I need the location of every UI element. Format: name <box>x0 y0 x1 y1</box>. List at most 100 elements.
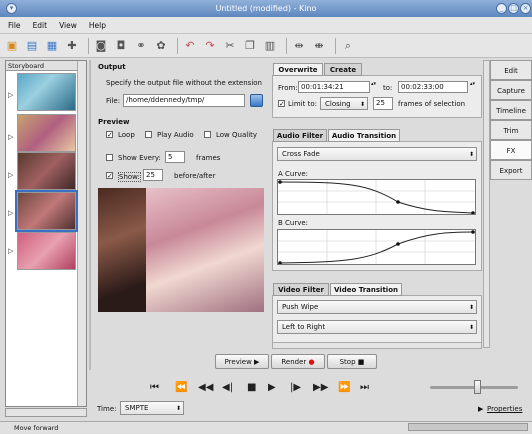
save-icon[interactable]: ▦ <box>44 38 60 54</box>
tab-export[interactable]: Export <box>490 160 532 180</box>
play-audio-checkbox[interactable] <box>145 131 152 138</box>
previous-scene-icon[interactable]: ⏪ <box>175 382 187 393</box>
export-icon[interactable]: ◘ <box>113 38 129 54</box>
fx-hscrollbar[interactable] <box>272 342 482 349</box>
paste-icon[interactable]: ▥ <box>262 38 278 54</box>
storyboard-scrollbar[interactable] <box>77 61 86 406</box>
preview-heading: Preview <box>98 118 130 126</box>
redo-icon[interactable]: ↷ <box>202 38 218 54</box>
toolbar-separator <box>286 37 287 54</box>
tab-overwrite[interactable]: Overwrite <box>273 63 323 76</box>
a-curve-label: A Curve: <box>278 170 309 178</box>
limit-to-checkbox[interactable]: ✓ <box>278 100 285 108</box>
stop-button[interactable]: Stop ■ <box>327 354 377 369</box>
expand-arrow-icon[interactable]: ▷ <box>8 91 13 99</box>
expand-arrow-icon[interactable]: ▷ <box>8 171 13 179</box>
storyboard-thumbnail[interactable] <box>17 152 76 190</box>
cut-icon[interactable]: ✂ <box>222 38 238 54</box>
expand-arrow-icon[interactable]: ▷ <box>8 247 13 255</box>
to-spinner-icon[interactable]: ▴▾ <box>470 81 475 87</box>
show-every-spinbox[interactable]: 5 <box>165 151 185 163</box>
open-file-icon[interactable]: ▤ <box>24 38 40 54</box>
new-file-icon[interactable]: ▣ <box>4 38 20 54</box>
from-spinner-icon[interactable]: ▴▾ <box>371 81 376 87</box>
menu-edit[interactable]: Edit <box>33 21 48 30</box>
loop-checkbox[interactable]: ✓ <box>106 131 113 139</box>
time-format-combo[interactable]: SMPTE ⬍ <box>120 401 184 415</box>
video-transition-combo[interactable]: Push Wipe ⬍ <box>277 300 477 314</box>
tab-video-transition[interactable]: Video Transition <box>330 283 402 296</box>
first-frame-icon[interactable]: ⏮ <box>150 382 159 393</box>
audio-transition-combo[interactable]: Cross Fade ⬍ <box>277 147 477 161</box>
window-title-bar[interactable]: Untitled (modified) - Kino ▾ _ □ × <box>0 0 532 17</box>
rewind-icon[interactable]: ◀◀ <box>198 382 213 393</box>
expand-arrow-icon[interactable]: ▷ <box>8 133 13 141</box>
tab-timeline[interactable]: Timeline <box>490 100 532 120</box>
a-curve-editor[interactable] <box>277 179 476 215</box>
fx-vscrollbar[interactable] <box>483 60 490 348</box>
tab-video-filter[interactable]: Video Filter <box>273 283 329 296</box>
maximize-icon[interactable]: □ <box>508 3 519 14</box>
close-icon[interactable]: × <box>520 3 531 14</box>
tab-create[interactable]: Create <box>324 63 362 76</box>
direction-combo[interactable]: Left to Right ⬍ <box>277 320 477 334</box>
tab-edit[interactable]: Edit <box>490 60 532 80</box>
zoom-icon[interactable]: ⌕ <box>340 38 356 54</box>
next-scene-icon[interactable]: ⏩ <box>338 382 350 393</box>
menu-view[interactable]: View <box>59 21 77 30</box>
chevron-down-icon: ⬍ <box>468 304 474 311</box>
storyboard-thumbnail[interactable] <box>17 114 76 152</box>
show-spinbox[interactable]: 25 <box>143 169 163 181</box>
show-checkbox[interactable]: ✓ <box>106 172 113 180</box>
browse-folder-icon[interactable] <box>250 94 263 107</box>
effects-icon[interactable]: ✿ <box>153 38 169 54</box>
undo-icon[interactable]: ↶ <box>182 38 198 54</box>
stop-playback-icon[interactable]: ■ <box>247 382 256 393</box>
expand-properties-icon[interactable]: ▶ <box>478 405 483 413</box>
menu-file[interactable]: File <box>8 21 21 30</box>
capture-icon[interactable]: ◙ <box>93 38 109 54</box>
fast-forward-icon[interactable]: ▶▶ <box>313 382 328 393</box>
b-curve-editor[interactable] <box>277 229 476 265</box>
split-scene-icon[interactable]: ⇹ <box>291 38 307 54</box>
properties-toggle[interactable]: Properties <box>487 405 522 413</box>
menu-help[interactable]: Help <box>89 21 106 30</box>
import-icon[interactable]: ✚ <box>64 38 80 54</box>
minimize-icon[interactable]: _ <box>496 3 507 14</box>
show-every-checkbox[interactable] <box>106 154 113 161</box>
panel-splitter[interactable] <box>89 60 91 370</box>
expand-arrow-icon[interactable]: ▷ <box>8 209 13 217</box>
low-quality-checkbox[interactable] <box>204 131 211 138</box>
last-frame-icon[interactable]: ⏭ <box>360 382 369 393</box>
toolbar-separator <box>335 37 336 54</box>
join-scenes-icon[interactable]: ⇼ <box>311 38 327 54</box>
file-path-input[interactable]: /home/ddennedy/tmp/ <box>123 94 245 107</box>
to-input[interactable]: 00:02:33:00 <box>398 81 468 93</box>
storyboard-thumbnail-selected[interactable] <box>17 192 76 230</box>
tab-audio-filter[interactable]: Audio Filter <box>273 129 327 142</box>
limit-mode-combo[interactable]: Closing ⬍ <box>320 97 368 110</box>
position-slider-handle[interactable] <box>474 380 481 394</box>
play-playback-icon[interactable]: ▶ <box>268 382 276 393</box>
limit-frames-spinbox[interactable]: 25 <box>373 97 393 110</box>
storyboard-thumbnail[interactable] <box>17 73 76 111</box>
tab-capture[interactable]: Capture <box>490 80 532 100</box>
chevron-down-icon: ⬍ <box>359 101 365 108</box>
link-icon[interactable]: ⚭ <box>133 38 149 54</box>
storyboard-hscrollbar[interactable] <box>5 408 87 417</box>
window-menu-icon[interactable]: ▾ <box>6 3 17 14</box>
storyboard-thumbnail[interactable] <box>17 232 76 270</box>
preview-button[interactable]: Preview ▶ <box>215 354 269 369</box>
from-input[interactable]: 00:01:34:21 <box>298 81 370 93</box>
play-icon: ▶ <box>254 358 260 366</box>
tab-fx[interactable]: FX <box>490 140 532 160</box>
tab-audio-transition[interactable]: Audio Transition <box>328 129 400 142</box>
window-title: Untitled (modified) - Kino <box>215 4 317 13</box>
stop-icon: ■ <box>357 358 365 366</box>
render-button[interactable]: Render ● <box>271 354 325 369</box>
file-label: File: <box>106 97 121 105</box>
previous-frame-icon[interactable]: ◀| <box>222 382 233 393</box>
tab-trim[interactable]: Trim <box>490 120 532 140</box>
next-frame-icon[interactable]: |▶ <box>290 382 301 393</box>
copy-icon[interactable]: ❐ <box>242 38 258 54</box>
